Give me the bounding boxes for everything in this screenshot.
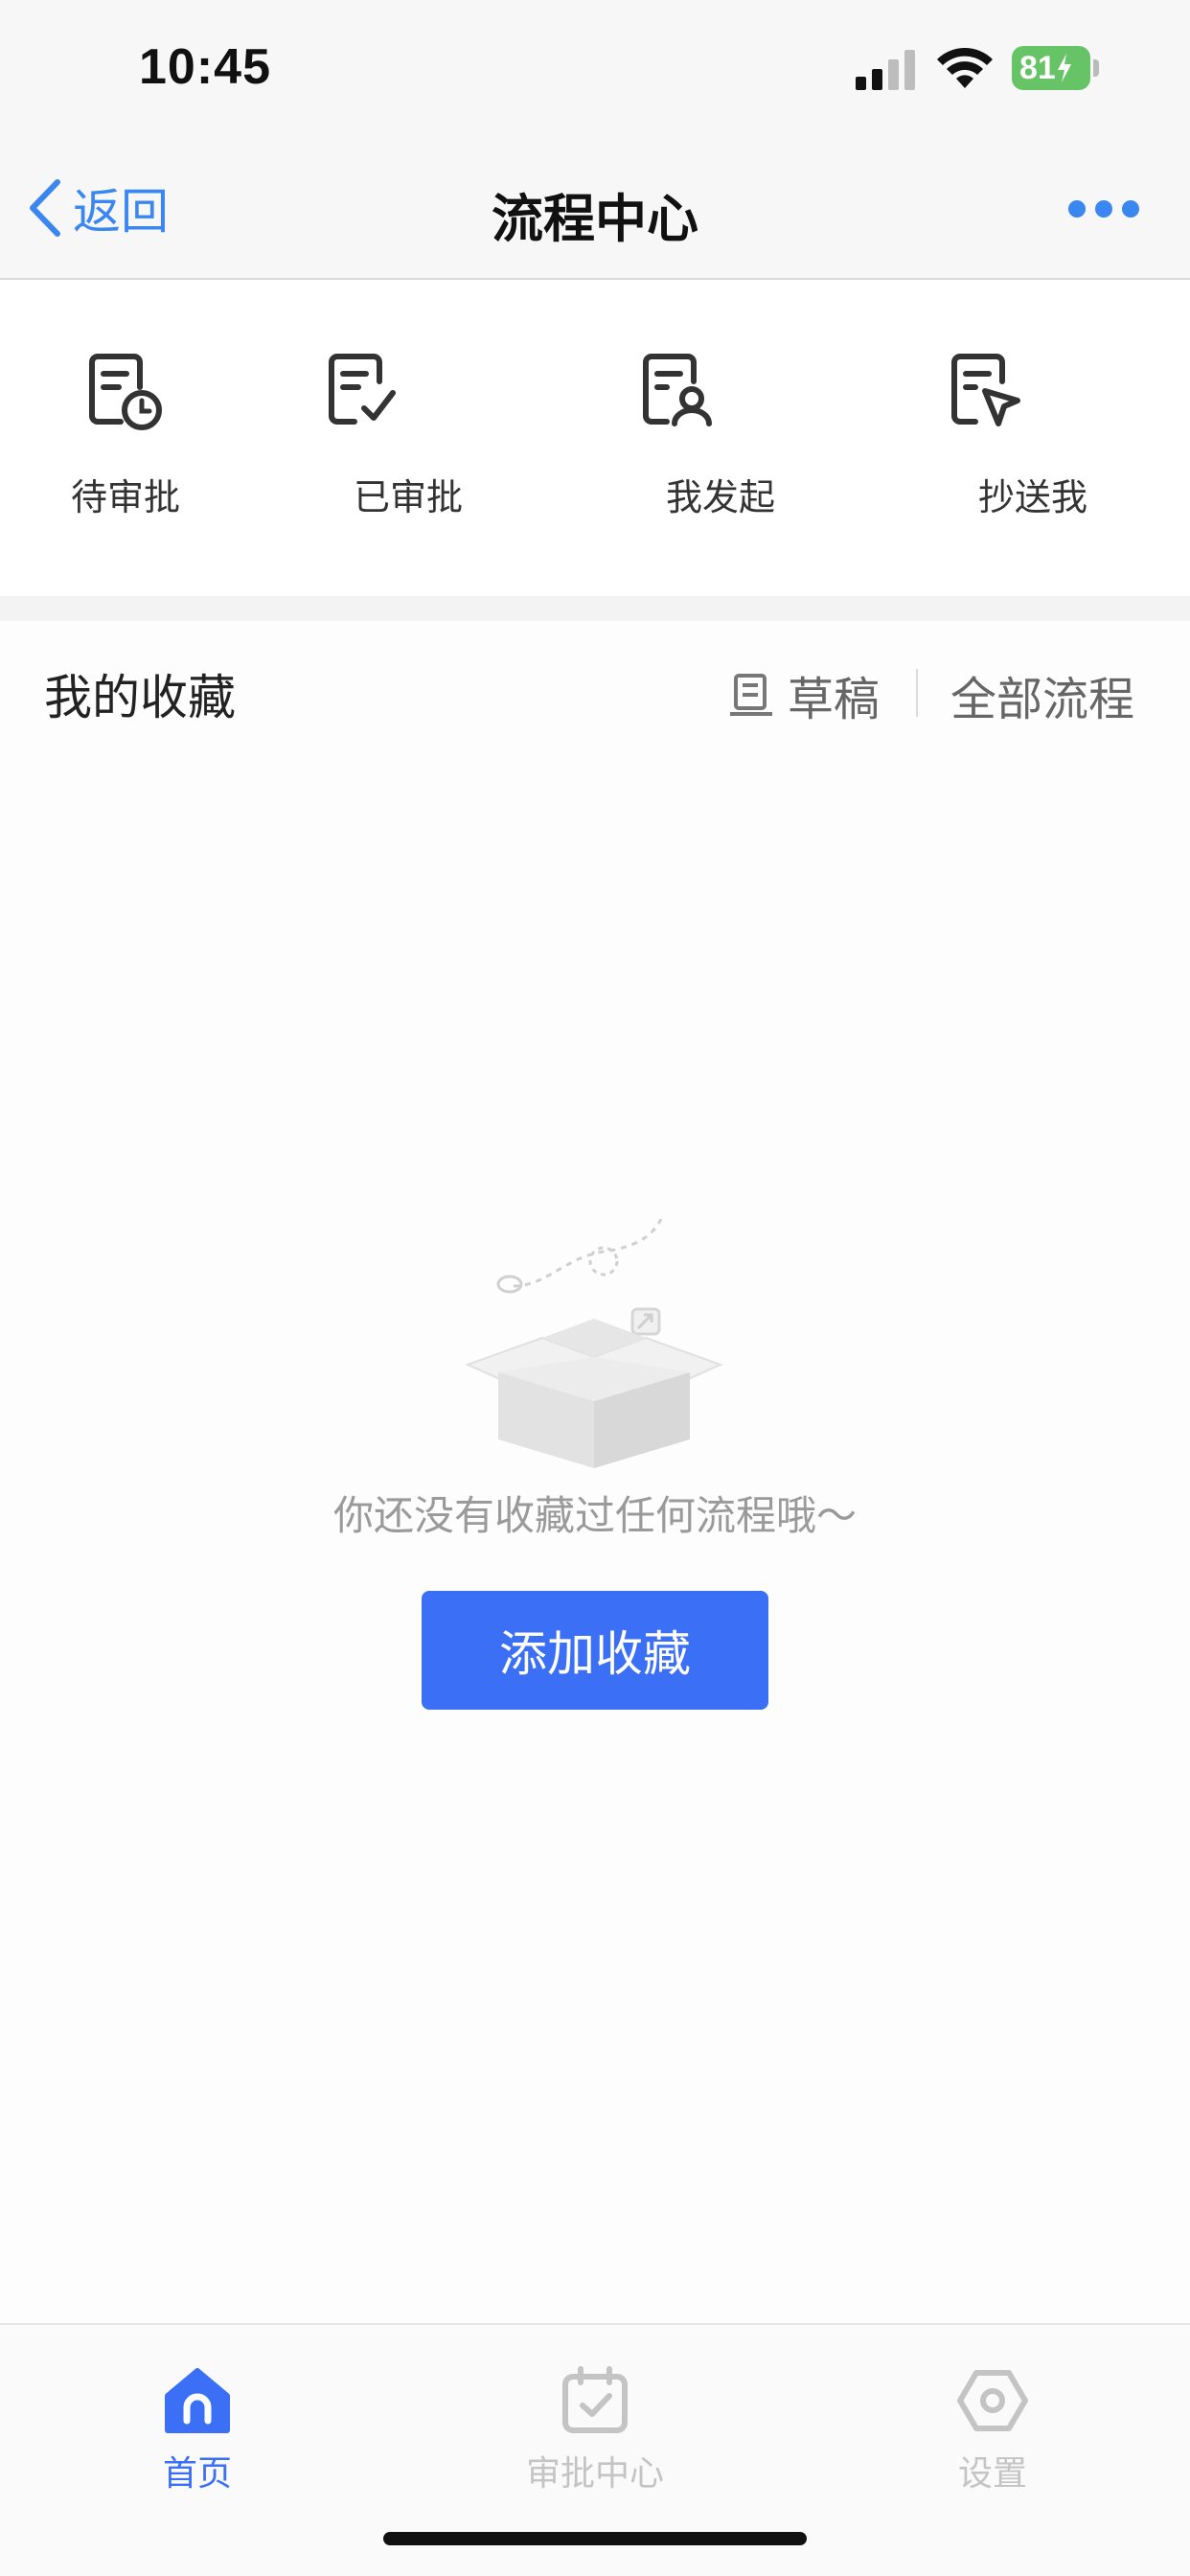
status-bar: 10:45 81 [0, 0, 1190, 134]
battery-level: 81 [1019, 49, 1056, 86]
battery-tip [1093, 59, 1099, 77]
cellular-signal-icon [856, 50, 915, 90]
tab-settings[interactable]: 设置 [849, 2344, 1136, 2494]
tab-approval-center[interactable]: 审批中心 [451, 2344, 739, 2494]
calendar-check-icon [562, 2366, 628, 2433]
approved-icon [329, 354, 396, 425]
quick-action-label: 已审批 [353, 476, 463, 518]
favorites-title: 我的收藏 [44, 670, 236, 725]
quick-action-cc-me[interactable]: 抄送我 [876, 280, 1190, 596]
drafts-icon [730, 674, 772, 716]
favorites-header: 我的收藏 草稿 全部流程 [0, 621, 1190, 765]
add-favorite-button[interactable]: 添加收藏 [422, 1591, 768, 1710]
battery-icon: 81 [1012, 46, 1090, 90]
quick-action-label: 抄送我 [977, 476, 1087, 518]
all-processes-link[interactable]: 全部流程 [950, 661, 1134, 728]
navigation-bar: 返回 流程中心 [0, 134, 1190, 280]
tab-label: 设置 [957, 2454, 1027, 2494]
empty-state-text: 你还没有收藏过任何流程哦～ [332, 1492, 857, 1539]
quick-action-pending-approval[interactable]: 待审批 [0, 280, 251, 596]
quick-actions: 待审批 已审批 我发起 抄送我 [0, 280, 1190, 596]
cc-me-icon [951, 354, 1020, 426]
wifi-icon [937, 48, 993, 88]
quick-action-label: 待审批 [70, 476, 180, 518]
more-options-icon[interactable] [1067, 198, 1140, 219]
home-icon [165, 2368, 230, 2433]
quick-action-label: 我发起 [665, 476, 775, 518]
drafts-link[interactable]: 草稿 [728, 661, 880, 728]
drafts-label: 草稿 [788, 673, 881, 726]
tab-label: 审批中心 [525, 2454, 664, 2494]
quick-action-initiated[interactable]: 我发起 [565, 280, 876, 596]
section-divider [0, 596, 1190, 621]
tab-label: 首页 [162, 2454, 232, 2494]
charging-bolt-icon [1057, 54, 1071, 82]
tab-home[interactable]: 首页 [54, 2344, 341, 2494]
home-indicator [383, 2532, 807, 2545]
settings-icon [957, 2370, 1028, 2431]
empty-box-illustration [465, 1219, 723, 1468]
quick-action-approved[interactable]: 已审批 [251, 280, 565, 596]
header-separator [916, 669, 918, 717]
status-time: 10:45 [139, 39, 271, 95]
initiated-icon [643, 354, 712, 426]
pending-approval-icon [89, 354, 162, 430]
page-title: 流程中心 [492, 189, 698, 249]
